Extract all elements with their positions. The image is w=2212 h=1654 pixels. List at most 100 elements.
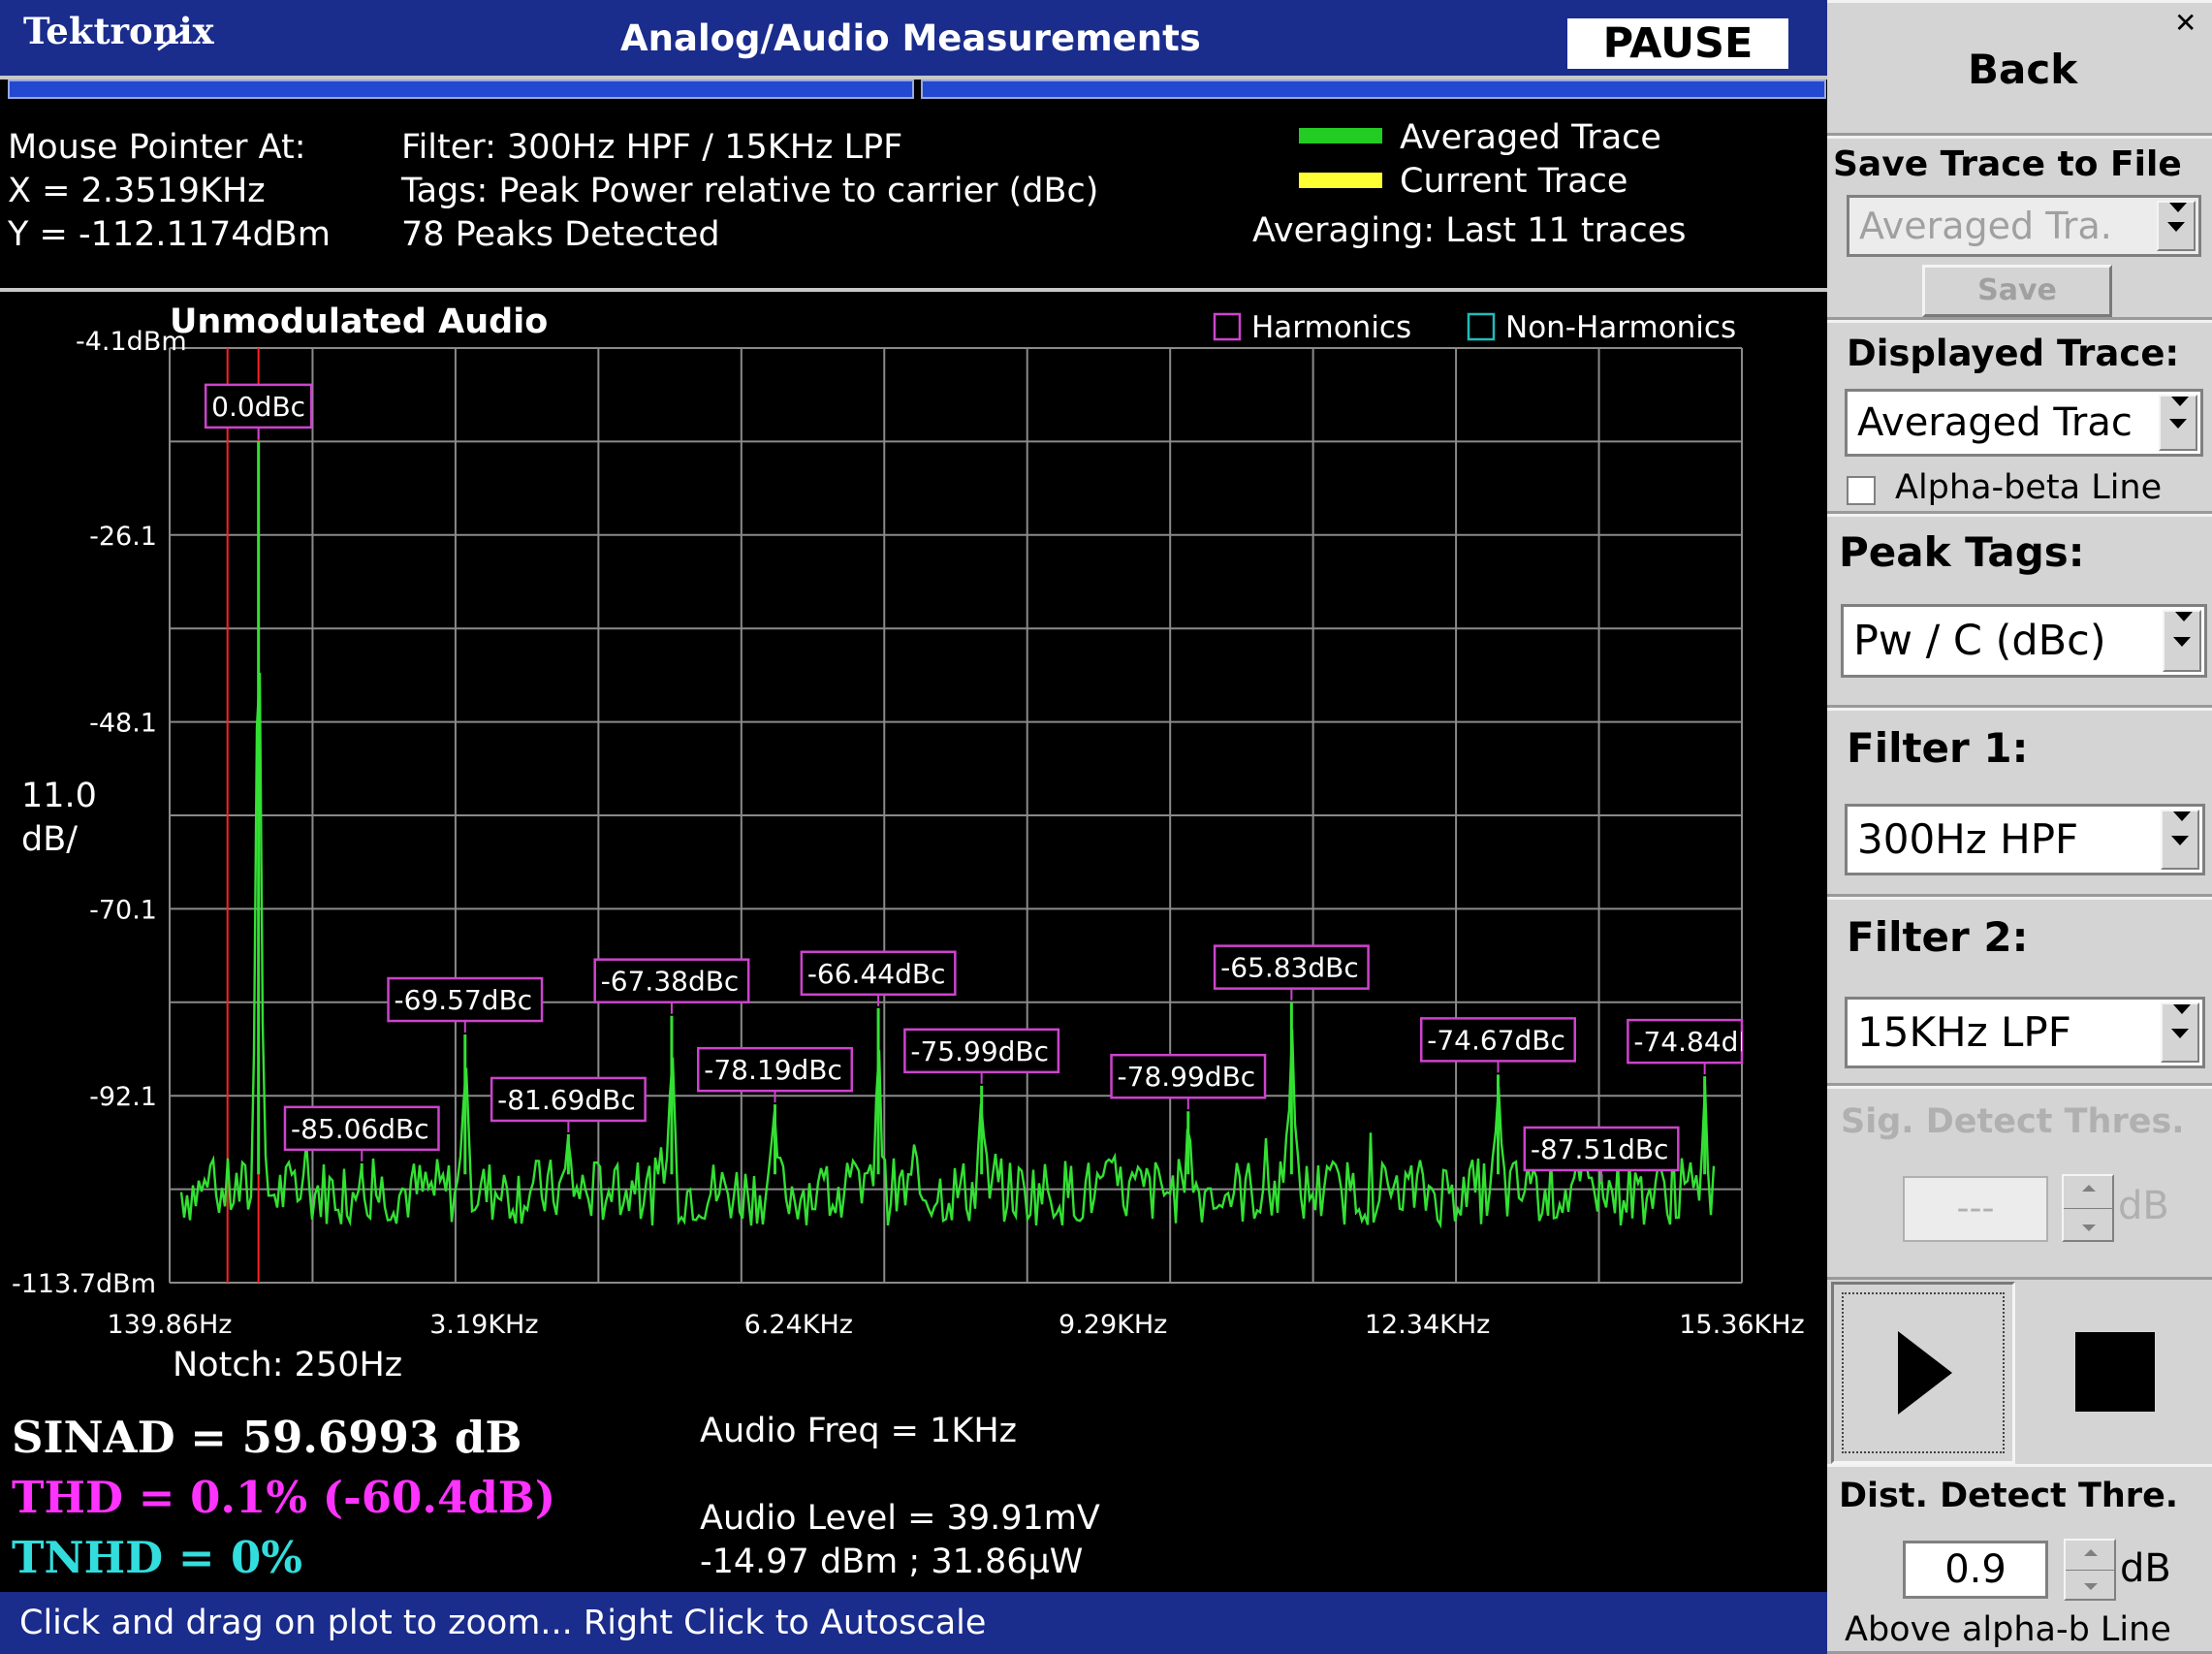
thd-readout: THD = 0.1% (-60.4dB) bbox=[12, 1472, 556, 1523]
x-tick-label: 3.19KHz bbox=[429, 1310, 538, 1340]
averaged-trace-swatch bbox=[1299, 128, 1382, 143]
peak-label: -65.83dBc bbox=[1220, 952, 1359, 984]
play-icon bbox=[1898, 1331, 1952, 1415]
filter2-dropdown[interactable]: 15KHz LPF bbox=[1845, 997, 2205, 1068]
transport-section bbox=[1827, 1280, 2212, 1464]
current-trace-swatch bbox=[1299, 173, 1382, 188]
peak-tags-value: Pw / C (dBc) bbox=[1853, 617, 2106, 665]
x-tick-label: 15.36KHz bbox=[1679, 1310, 1804, 1340]
peak-label: -75.99dBc bbox=[910, 1035, 1049, 1067]
back-button[interactable]: Back bbox=[1968, 46, 2077, 93]
tags-info: Tags: Peak Power relative to carrier (dB… bbox=[401, 172, 1099, 210]
displayed-trace-dropdown[interactable]: Averaged Trac bbox=[1845, 389, 2203, 457]
peak-tags-dropdown[interactable]: Pw / C (dBc) bbox=[1841, 604, 2207, 678]
displayed-trace-section: Displayed Trace: Averaged Trac Alpha-bet… bbox=[1827, 320, 2212, 514]
close-icon[interactable]: ✕ bbox=[2174, 7, 2196, 39]
y-tick-label: -70.1 bbox=[89, 895, 157, 925]
peak-label: -78.99dBc bbox=[1118, 1061, 1256, 1093]
info-panel: Mouse Pointer At: X = 2.3519KHz Y = -112… bbox=[0, 101, 1827, 285]
sig-detect-input[interactable]: --- bbox=[1903, 1176, 2048, 1242]
save-trace-dropdown[interactable]: Averaged Tra. bbox=[1847, 195, 2201, 257]
pause-button[interactable]: PAUSE bbox=[1567, 18, 1788, 69]
sidebar: Back ✕ Save Trace to File Averaged Tra. … bbox=[1827, 0, 2212, 1654]
dist-detect-section: Dist. Detect Thre. 0.9 dB Above alpha-b … bbox=[1827, 1464, 2212, 1654]
y-tick-label: -48.1 bbox=[89, 709, 157, 739]
peak-label: -85.06dBc bbox=[291, 1113, 429, 1145]
peak-label: -69.57dBc bbox=[395, 984, 533, 1016]
scale-value: 11.0 bbox=[21, 777, 97, 815]
peak-label: -81.69dBc bbox=[497, 1084, 636, 1116]
filter1-dropdown[interactable]: 300Hz HPF bbox=[1845, 804, 2205, 875]
chevron-down-icon[interactable] bbox=[2159, 395, 2197, 451]
x-tick-label: 6.24KHz bbox=[744, 1310, 853, 1340]
progress-bar-right bbox=[921, 80, 1826, 99]
audio-freq: Audio Freq = 1KHz bbox=[700, 1412, 1018, 1450]
y-tick-label: -113.7dBm bbox=[12, 1269, 156, 1299]
peak-label: -66.44dBc bbox=[807, 958, 946, 990]
tnhd-label: TNHD = bbox=[12, 1532, 215, 1583]
x-tick-label: 139.86Hz bbox=[108, 1310, 233, 1340]
filter1-value: 300Hz HPF bbox=[1857, 815, 2079, 863]
y-tick-label: -92.1 bbox=[89, 1082, 157, 1112]
progress-bar-left bbox=[8, 80, 914, 99]
notch-info: Notch: 250Hz bbox=[173, 1346, 402, 1384]
chevron-down-icon[interactable] bbox=[2163, 610, 2201, 672]
filter1-label: Filter 1: bbox=[1847, 724, 2029, 772]
filter-info: Filter: 300Hz HPF / 15KHz LPF bbox=[401, 128, 903, 167]
scale-unit: dB/ bbox=[21, 820, 78, 859]
filter2-label: Filter 2: bbox=[1847, 913, 2029, 961]
sig-detect-section: Sig. Detect Thres. --- dB bbox=[1827, 1086, 2212, 1280]
dist-detect-spinner[interactable] bbox=[2064, 1539, 2116, 1601]
filter2-section: Filter 2: 15KHz LPF bbox=[1827, 897, 2212, 1086]
plot-title: Unmodulated Audio bbox=[170, 302, 548, 341]
pointer-y: Y = -112.1174dBm bbox=[8, 215, 331, 254]
dist-detect-input[interactable]: 0.9 bbox=[1903, 1541, 2048, 1599]
peak-label: -74.67dBc bbox=[1427, 1024, 1565, 1056]
save-trace-dropdown-value: Averaged Tra. bbox=[1859, 205, 2112, 247]
legend-non-harmonics: Non-Harmonics bbox=[1505, 310, 1736, 345]
chevron-down-icon[interactable] bbox=[2161, 1002, 2199, 1063]
app-window: Tektronix Analog/Audio Measurements PAUS… bbox=[0, 0, 2212, 1654]
pointer-x: X = 2.3519KHz bbox=[8, 172, 266, 210]
readouts-panel: SINAD = 59.6993 dB THD = 0.1% (-60.4dB) … bbox=[0, 1402, 1827, 1592]
tnhd-value: 0% bbox=[231, 1532, 303, 1583]
status-bar: Click and drag on plot to zoom... Right … bbox=[0, 1592, 1827, 1654]
alpha-beta-checkbox[interactable] bbox=[1847, 476, 1876, 505]
peak-label: -78.19dBc bbox=[704, 1054, 842, 1086]
save-button[interactable]: Save bbox=[1922, 265, 2112, 317]
alpha-beta-label: Alpha-beta Line bbox=[1895, 468, 2163, 507]
chevron-down-icon[interactable] bbox=[2161, 810, 2199, 870]
spectrum-plot[interactable]: Unmodulated Audio Harmonics Non-Harmonic… bbox=[0, 292, 1827, 1403]
audio-level: Audio Level = 39.91mV bbox=[700, 1499, 1100, 1538]
y-tick-label: -26.1 bbox=[89, 522, 157, 552]
legend-averaged-trace: Averaged Trace bbox=[1400, 118, 1661, 157]
dist-detect-unit: dB bbox=[2120, 1546, 2171, 1591]
legend-harmonics: Harmonics bbox=[1251, 310, 1411, 345]
stop-icon bbox=[2075, 1332, 2155, 1412]
play-button[interactable] bbox=[1831, 1282, 2015, 1464]
dist-detect-note: Above alpha-b Line bbox=[1845, 1610, 2171, 1649]
save-trace-label: Save Trace to File bbox=[1833, 144, 2182, 184]
plot-background bbox=[8, 296, 1818, 1395]
filter1-section: Filter 1: 300Hz HPF bbox=[1827, 708, 2212, 897]
chevron-down-icon[interactable] bbox=[2157, 201, 2196, 251]
displayed-trace-value: Averaged Trac bbox=[1857, 400, 2133, 445]
audio-power: -14.97 dBm ; 31.86µW bbox=[700, 1543, 1084, 1581]
peak-label: -67.38dBc bbox=[601, 966, 740, 998]
sig-detect-spinner[interactable] bbox=[2062, 1174, 2114, 1242]
filter2-value: 15KHz LPF bbox=[1857, 1008, 2071, 1056]
peak-tags-section: Peak Tags: Pw / C (dBc) bbox=[1827, 514, 2212, 708]
sig-detect-unit: dB bbox=[2118, 1184, 2169, 1228]
peak-tags-label: Peak Tags: bbox=[1839, 528, 2085, 576]
plot-panel[interactable]: Unmodulated Audio Harmonics Non-Harmonic… bbox=[0, 288, 1827, 1407]
main-panel: Tektronix Analog/Audio Measurements PAUS… bbox=[0, 0, 1827, 1654]
pointer-label: Mouse Pointer At: bbox=[8, 128, 306, 167]
legend-current-trace: Current Trace bbox=[1400, 162, 1628, 201]
x-tick-label: 9.29KHz bbox=[1059, 1310, 1167, 1340]
dist-detect-label: Dist. Detect Thre. bbox=[1839, 1477, 2179, 1515]
sinad-readout: SINAD = 59.6993 dB bbox=[12, 1412, 522, 1463]
save-trace-section: Save Trace to File Averaged Tra. Save bbox=[1827, 136, 2212, 320]
stop-button[interactable] bbox=[2021, 1282, 2209, 1464]
status-text: Click and drag on plot to zoom... Right … bbox=[19, 1604, 987, 1642]
averaging-info: Averaging: Last 11 traces bbox=[1252, 211, 1687, 250]
